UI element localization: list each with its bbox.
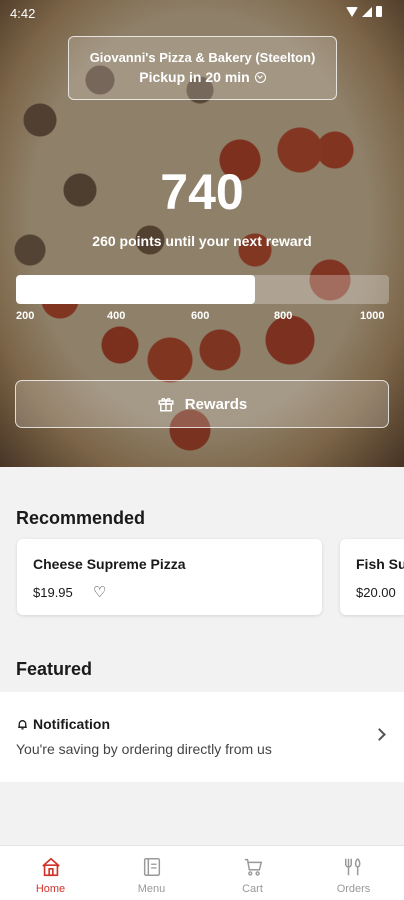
tick-label: 800: [274, 310, 293, 322]
recommended-item-card[interactable]: Fish Su $20.00: [340, 539, 404, 615]
tick-label: 600: [191, 310, 210, 322]
store-selector[interactable]: Giovanni's Pizza & Bakery (Steelton) Pic…: [68, 36, 337, 100]
nav-label: Orders: [336, 883, 371, 895]
notification-header: Notification: [16, 716, 110, 732]
notification-body: You're saving by ordering directly from …: [16, 741, 272, 757]
item-price: $20.00: [356, 585, 396, 600]
orders-icon: [344, 858, 360, 876]
cart-icon: [244, 858, 262, 876]
status-icons: [346, 6, 382, 17]
chevron-down-icon: [254, 71, 266, 83]
status-time: 4:42: [10, 6, 36, 21]
tick-label: 1000: [360, 310, 385, 322]
rewards-progress-fill: [16, 275, 255, 304]
menu-icon: [143, 858, 160, 876]
store-name: Giovanni's Pizza & Bakery (Steelton): [89, 50, 316, 65]
nav-label: Menu: [137, 883, 166, 895]
rewards-progress-bar: [16, 275, 389, 304]
nav-item-menu[interactable]: Menu: [101, 846, 202, 900]
pickup-row: Pickup in 20 min: [69, 69, 336, 85]
featured-title: Featured: [16, 659, 93, 679]
tick-label: 400: [107, 310, 126, 322]
points-subtitle: 260 points until your next reward: [92, 233, 312, 249]
item-name: Fish Su: [356, 556, 404, 572]
recommended-title: Recommended: [16, 508, 146, 528]
rewards-hero: 4:42 Giovanni's Pizza & Bakery (Steelton…: [0, 0, 404, 467]
rewards-button[interactable]: Rewards: [15, 380, 389, 428]
heart-icon[interactable]: ♡: [93, 583, 106, 601]
pickup-time: Pickup in 20 min: [139, 69, 250, 85]
points-balance: 740: [160, 164, 244, 220]
item-name: Cheese Supreme Pizza: [33, 556, 186, 572]
recommended-item-card[interactable]: Cheese Supreme Pizza $19.95 ♡: [17, 539, 322, 615]
nav-item-home[interactable]: Home: [0, 846, 101, 900]
signal-icon: [362, 6, 372, 17]
item-price: $19.95: [33, 585, 73, 600]
rewards-button-label: Rewards: [184, 395, 248, 413]
nav-item-cart[interactable]: Cart: [202, 846, 303, 900]
notification-row[interactable]: Notification You're saving by ordering d…: [0, 692, 404, 782]
nav-label: Home: [35, 883, 66, 895]
tick-label: 200: [16, 310, 35, 322]
notification-title: Notification: [33, 716, 110, 732]
status-bar: 4:42: [0, 0, 404, 26]
home-icon: [41, 857, 60, 877]
bottom-nav: Home Menu Cart Orders: [0, 845, 404, 900]
battery-icon: [376, 6, 382, 17]
wifi-icon: [346, 6, 358, 17]
nav-label: Cart: [242, 883, 263, 895]
bell-icon: [18, 719, 27, 729]
gift-icon: [158, 398, 174, 412]
chevron-right-icon: [373, 728, 386, 741]
nav-item-orders[interactable]: Orders: [303, 846, 404, 900]
